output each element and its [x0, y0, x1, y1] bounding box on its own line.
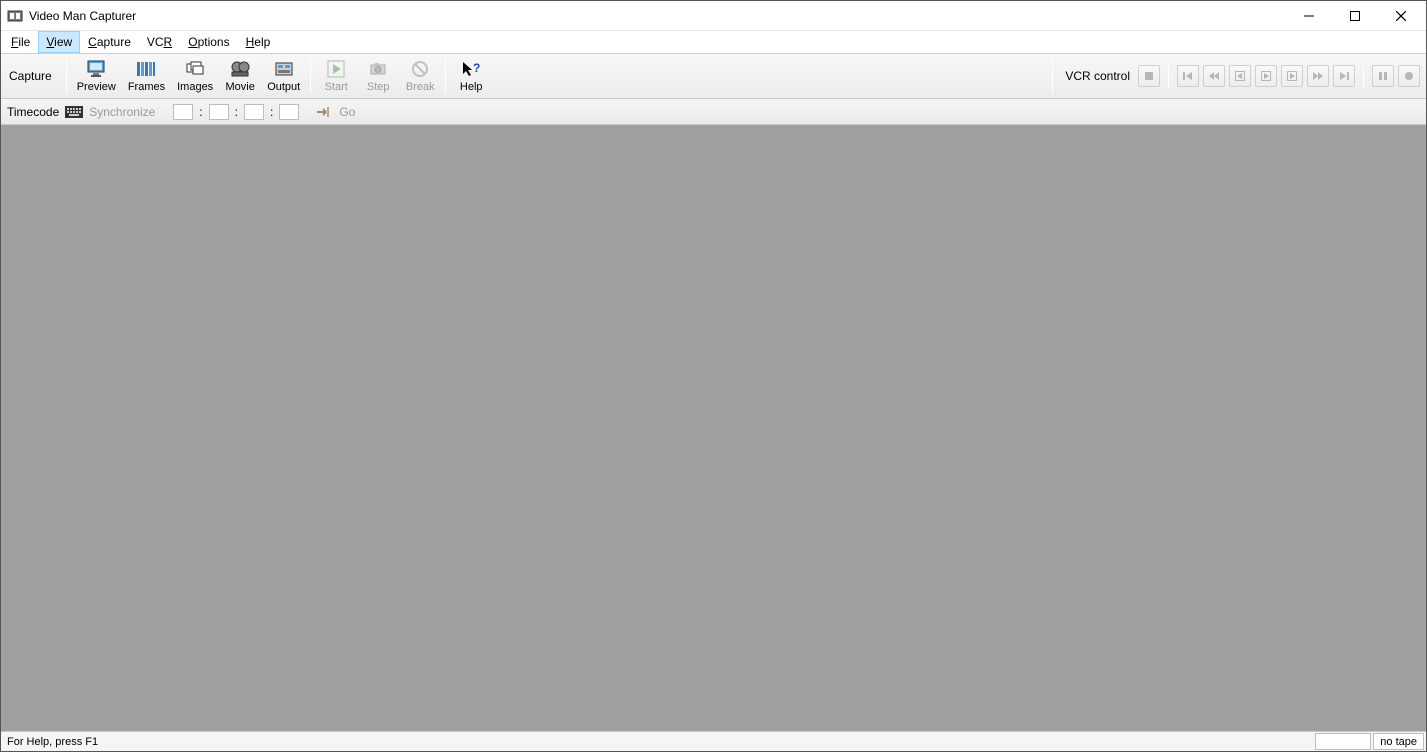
timecode-go-button: Go — [339, 105, 355, 119]
capture-section-label: Capture — [1, 54, 62, 98]
movie-button[interactable]: Movie — [219, 54, 261, 98]
vcr-play-back-button — [1229, 65, 1251, 87]
preview-button[interactable]: Preview — [71, 54, 122, 98]
timecode-separator: : — [199, 105, 202, 119]
vcr-pause-button — [1372, 65, 1394, 87]
timecode-bar: Timecode Synchronize : : : Go — [1, 99, 1426, 125]
menu-file[interactable]: File — [3, 31, 38, 53]
play-icon — [326, 59, 346, 79]
toolbar-separator — [1052, 58, 1053, 94]
close-button[interactable] — [1378, 1, 1424, 31]
status-tape-box: no tape — [1373, 733, 1424, 750]
step-button: Step — [357, 54, 399, 98]
start-label: Start — [325, 81, 348, 93]
main-toolbar: Capture Preview Frames Images Movie — [1, 53, 1426, 99]
movie-label: Movie — [226, 81, 255, 93]
movie-icon — [230, 59, 250, 79]
timecode-hours-input[interactable] — [173, 104, 193, 120]
content-area — [1, 125, 1426, 731]
images-button[interactable]: Images — [171, 54, 219, 98]
status-help-text: For Help, press F1 — [3, 736, 1313, 748]
menu-capture[interactable]: Capture — [80, 31, 139, 53]
titlebar: Video Man Capturer — [1, 1, 1426, 31]
timecode-separator: : — [235, 105, 238, 119]
svg-text:?: ? — [473, 61, 480, 75]
output-button[interactable]: Output — [261, 54, 306, 98]
vcr-first-button — [1177, 65, 1199, 87]
break-button: Break — [399, 54, 441, 98]
timecode-frames-input[interactable] — [279, 104, 299, 120]
status-empty-box — [1315, 733, 1371, 750]
timecode-minutes-input[interactable] — [209, 104, 229, 120]
menu-help[interactable]: Help — [238, 31, 279, 53]
window-controls — [1286, 1, 1424, 31]
help-button[interactable]: ? Help — [450, 54, 492, 98]
camera-icon — [368, 59, 388, 79]
menu-view[interactable]: View — [38, 31, 80, 53]
maximize-button[interactable] — [1332, 1, 1378, 31]
frames-icon — [136, 59, 156, 79]
preview-label: Preview — [77, 81, 116, 93]
menu-vcr[interactable]: VCR — [139, 31, 180, 53]
vcr-control-section: VCR control — [1057, 54, 1426, 98]
no-entry-icon — [410, 59, 430, 79]
vcr-rewind-button — [1203, 65, 1225, 87]
vcr-separator — [1168, 64, 1169, 88]
toolbar-separator — [445, 58, 446, 94]
app-icon — [7, 8, 23, 24]
window-title: Video Man Capturer — [29, 9, 136, 23]
toolbar-separator — [66, 58, 67, 94]
vcr-stop-button — [1138, 65, 1160, 87]
timecode-separator: : — [270, 105, 273, 119]
vcr-forward-button — [1307, 65, 1329, 87]
vcr-play-fwd-button — [1281, 65, 1303, 87]
toolbar-separator — [310, 58, 311, 94]
timecode-seconds-input[interactable] — [244, 104, 264, 120]
vcr-separator — [1363, 64, 1364, 88]
keyboard-icon — [65, 105, 83, 119]
help-label: Help — [460, 81, 483, 93]
frames-label: Frames — [128, 81, 165, 93]
images-label: Images — [177, 81, 213, 93]
images-icon — [185, 59, 205, 79]
menubar: File View Capture VCR Options Help — [1, 31, 1426, 53]
frames-button[interactable]: Frames — [122, 54, 171, 98]
timecode-label: Timecode — [7, 105, 59, 119]
minimize-button[interactable] — [1286, 1, 1332, 31]
step-label: Step — [367, 81, 390, 93]
start-button: Start — [315, 54, 357, 98]
vcr-last-button — [1333, 65, 1355, 87]
vcr-record-button — [1398, 65, 1420, 87]
vcr-play-button — [1255, 65, 1277, 87]
output-label: Output — [267, 81, 300, 93]
help-cursor-icon: ? — [461, 59, 481, 79]
break-label: Break — [406, 81, 435, 93]
output-icon — [274, 59, 294, 79]
monitor-icon — [86, 59, 106, 79]
synchronize-button: Synchronize — [89, 105, 155, 119]
statusbar: For Help, press F1 no tape — [1, 731, 1426, 751]
go-arrow-icon — [315, 105, 333, 119]
menu-options[interactable]: Options — [180, 31, 237, 53]
vcr-control-label: VCR control — [1065, 69, 1134, 83]
